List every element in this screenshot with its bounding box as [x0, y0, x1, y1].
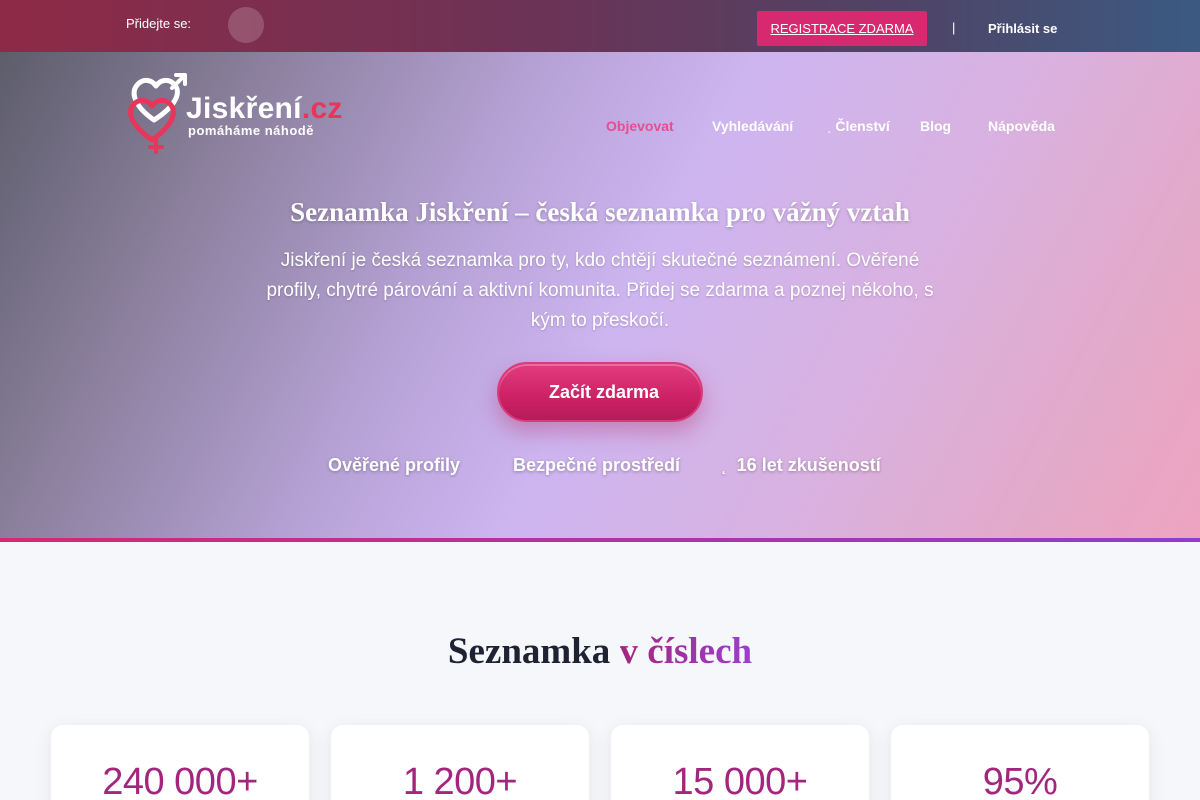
join-label: Přidejte se: [126, 16, 192, 31]
logo-name: Jiskření [186, 92, 302, 125]
feature-label: Ověřené profily [328, 455, 461, 475]
nav-label: Vyhledávání [712, 118, 794, 134]
stat-card: 15 000+ [611, 725, 869, 800]
stat-value: 240 000+ [102, 761, 258, 800]
stat-value: 15 000+ [672, 761, 808, 800]
nav-item-clenstvi[interactable]: ˛ Členství [828, 118, 890, 138]
feature-verified: Ověřené profily [318, 455, 460, 476]
stat-value: 95% [982, 761, 1058, 800]
feature-label: Bezpečné prostředí [513, 455, 681, 475]
stat-value: 1 200+ [402, 761, 518, 800]
stats-title-accent: v číslech [619, 631, 753, 672]
hero-title: Seznamka Jiskření – česká seznamka pro v… [290, 197, 910, 227]
stat-card: 240 000+ [51, 725, 309, 800]
logo-domain: .cz [301, 92, 343, 125]
separator: | [952, 20, 956, 35]
hero-description: Jiskření je česká seznamka pro ty, kdo c… [266, 250, 934, 331]
nav-label: Blog [920, 118, 952, 134]
stat-card: 95% [891, 725, 1149, 800]
stat-card: 1 200+ [331, 725, 589, 800]
nav-item-objevovat[interactable]: Objevovat [602, 118, 674, 138]
nav-label: Členství [835, 118, 890, 134]
feature-label: 16 let zkušeností [736, 455, 881, 475]
nav-item-blog[interactable]: Blog [916, 118, 951, 138]
login-link[interactable]: Přihlásit se [988, 21, 1057, 36]
facebook-icon[interactable] [228, 7, 264, 43]
nav-item-vyhledavani[interactable]: Vyhledávání [708, 118, 793, 138]
register-button[interactable]: REGISTRACE ZDARMA [757, 11, 927, 46]
cta-label: Začít zdarma [548, 382, 660, 402]
hero-divider [0, 538, 1200, 542]
logo-tagline: pomáháme náhodě [188, 123, 314, 138]
stats-title-main: Seznamka [447, 631, 611, 672]
crown-icon: ˛ [828, 123, 832, 134]
start-free-button[interactable]: Začít zdarma [497, 362, 703, 422]
award-icon: ˛ [722, 458, 727, 474]
nav-label: Nápověda [988, 118, 1055, 134]
feature-experience: ˛ 16 let zkušeností [722, 455, 881, 476]
stats-title: Seznamka v číslech [0, 630, 1200, 673]
logo-wordmark[interactable]: Jiskření.cz [186, 92, 343, 126]
feature-safe: Bezpečné prostředí [503, 455, 680, 476]
top-bar: Přidejte se: REGISTRACE ZDARMA | Přihlás… [0, 0, 1200, 52]
nav-label: Objevovat [606, 118, 674, 134]
nav-item-napoveda[interactable]: Nápověda [984, 118, 1055, 138]
